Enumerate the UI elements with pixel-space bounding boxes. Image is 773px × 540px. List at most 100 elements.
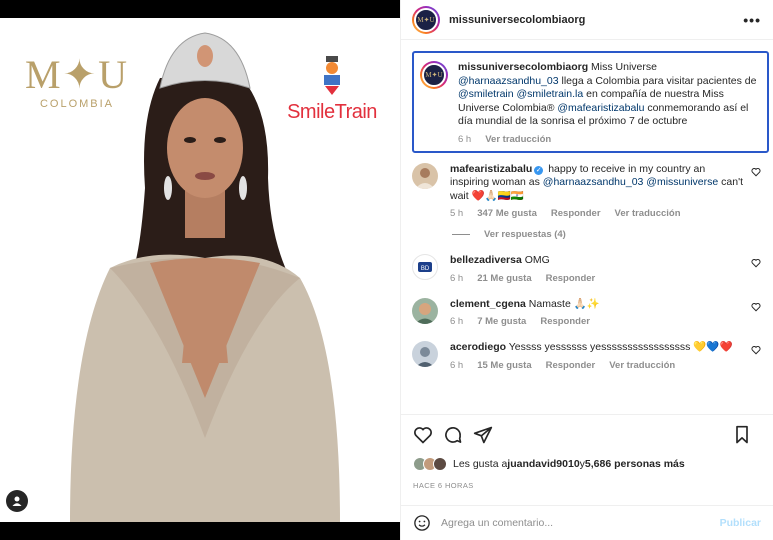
post-photo: M✦U COLOMBIA SmileTrain bbox=[0, 18, 400, 522]
likes-prefix: Les gusta a bbox=[453, 458, 508, 470]
liker-avatar bbox=[433, 457, 447, 471]
caption-meta: 6 h Ver traducción bbox=[458, 134, 759, 145]
comment-meta: 6 h 15 Me gusta Responder Ver traducción bbox=[450, 360, 747, 371]
heart-icon bbox=[751, 345, 761, 355]
like-button[interactable] bbox=[413, 425, 433, 445]
liker-username-link[interactable]: juandavid9010 bbox=[507, 458, 579, 470]
heart-icon bbox=[751, 167, 761, 176]
caption-text-part: Miss Universe bbox=[588, 61, 657, 73]
comment-time: 6 h bbox=[450, 316, 464, 327]
comment-username-link[interactable]: bellezadiversa bbox=[450, 254, 522, 266]
comment-avatar[interactable] bbox=[412, 297, 438, 324]
comment-input[interactable] bbox=[441, 517, 720, 529]
heart-icon bbox=[751, 302, 761, 311]
author-avatar[interactable]: M✦U bbox=[412, 5, 440, 34]
comment-like-button[interactable] bbox=[747, 163, 761, 220]
post-timestamp: HACE 6 HORAS bbox=[413, 481, 474, 490]
comment-time: 5 h bbox=[450, 208, 464, 219]
smile-train-icon bbox=[324, 56, 340, 95]
caption-avatar[interactable]: M✦U bbox=[420, 61, 448, 89]
translate-button[interactable]: Ver traducción bbox=[615, 208, 681, 219]
mu-logo-country: COLOMBIA bbox=[39, 98, 115, 110]
post-actions: Les gusta a juandavid9010 y 5,686 person… bbox=[401, 414, 773, 490]
reply-button[interactable]: Responder bbox=[546, 360, 596, 371]
post-caption: M✦U missuniversecolombiaorg Miss Univers… bbox=[412, 51, 769, 153]
comment-button[interactable] bbox=[443, 425, 463, 445]
paper-plane-icon bbox=[473, 426, 493, 444]
comment-text: clement_cgena Namaste 🙏🏻✨ bbox=[450, 298, 747, 312]
post-media[interactable]: M✦U COLOMBIA SmileTrain bbox=[0, 0, 400, 540]
translate-button[interactable]: Ver traducción bbox=[609, 360, 675, 371]
comment-like-button[interactable] bbox=[747, 254, 761, 284]
comment-avatar[interactable] bbox=[412, 162, 438, 189]
user-photo-icon: BD bbox=[418, 262, 432, 272]
view-replies-button[interactable]: Ver respuestas (4) bbox=[401, 219, 773, 240]
comment-item: clement_cgena Namaste 🙏🏻✨ 6 h 7 Me gusta… bbox=[401, 284, 773, 328]
comments-list[interactable]: M✦U missuniversecolombiaorg Miss Univers… bbox=[401, 45, 773, 413]
comment-like-button[interactable] bbox=[747, 341, 761, 371]
comment-meta: 6 h 7 Me gusta Responder bbox=[450, 316, 747, 327]
caption-time: 6 h bbox=[458, 133, 472, 145]
caption-username-link[interactable]: missuniversecolombiaorg bbox=[458, 61, 588, 73]
comment-meta: 5 h 347 Me gusta Responder Ver traducció… bbox=[450, 208, 747, 219]
comment-likes[interactable]: 21 Me gusta bbox=[477, 273, 531, 284]
action-icons bbox=[413, 425, 761, 445]
comment-text: bellezadiversa OMG bbox=[450, 254, 747, 268]
smile-train-logo: SmileTrain bbox=[280, 56, 384, 124]
post-side-panel: M✦U missuniversecolombiaorg ••• M✦U miss… bbox=[400, 0, 773, 540]
person-icon bbox=[12, 496, 22, 506]
author-avatar-image: M✦U bbox=[414, 7, 438, 32]
comment-username-link[interactable]: clement_cgena bbox=[450, 298, 526, 310]
comment-bubble-icon bbox=[445, 427, 462, 443]
comment-meta: 6 h 21 Me gusta Responder bbox=[450, 273, 747, 284]
author-username-link[interactable]: missuniversecolombiaorg bbox=[449, 14, 743, 26]
mention-link[interactable]: @harnaazsandhu_03 bbox=[543, 176, 644, 188]
more-options-icon[interactable]: ••• bbox=[743, 12, 761, 28]
view-replies-label: Ver respuestas (4) bbox=[484, 229, 566, 240]
emoji-button[interactable] bbox=[413, 514, 431, 532]
comment-item: BD bellezadiversa OMG 6 h 21 Me gusta Re… bbox=[401, 240, 773, 284]
comment-text: mafearistizabalu ✓ happy to receive in my… bbox=[450, 163, 747, 204]
mu-logo-mark: M✦U bbox=[25, 52, 129, 97]
mention-link[interactable]: @mafearistizabalu bbox=[557, 102, 644, 114]
reply-button[interactable]: Responder bbox=[546, 273, 596, 284]
comment-likes[interactable]: 347 Me gusta bbox=[477, 208, 537, 219]
comment-item: mafearistizabalu ✓ happy to receive in my… bbox=[401, 153, 773, 220]
caption-text: missuniversecolombiaorg Miss Universe @h… bbox=[458, 61, 759, 129]
comment-like-button[interactable] bbox=[747, 298, 761, 328]
mention-link[interactable]: @harnaazsandhu_03 bbox=[458, 75, 559, 87]
comment-text-part: Namaste 🙏🏻✨ bbox=[525, 297, 600, 310]
user-photo-icon bbox=[415, 167, 435, 189]
comment-text-part: Yessss yessssss yesssssssssssssssss 💛💙❤️ bbox=[506, 341, 733, 353]
share-button[interactable] bbox=[473, 425, 493, 445]
mention-link[interactable]: @missuniverse bbox=[646, 176, 718, 188]
publish-button[interactable]: Publicar bbox=[720, 517, 761, 529]
smile-train-wordmark: SmileTrain bbox=[287, 101, 377, 123]
comment-text: acerodiego Yessss yessssss yesssssssssss… bbox=[450, 341, 747, 355]
comment-likes[interactable]: 7 Me gusta bbox=[477, 316, 526, 327]
caption-translate-button[interactable]: Ver traducción bbox=[485, 134, 551, 145]
bookmark-icon bbox=[736, 425, 748, 444]
likes-summary: Les gusta a juandavid9010 y 5,686 person… bbox=[413, 457, 761, 471]
verified-badge-icon: ✓ bbox=[534, 165, 544, 175]
comment-username-link[interactable]: mafearistizabalu bbox=[450, 163, 532, 175]
reply-button[interactable]: Responder bbox=[540, 316, 590, 327]
comment-username-link[interactable]: acerodiego bbox=[450, 341, 506, 353]
user-photo-icon bbox=[415, 302, 435, 324]
heart-icon bbox=[751, 258, 761, 268]
smiley-icon bbox=[414, 515, 430, 531]
post-header: M✦U missuniversecolombiaorg ••• bbox=[401, 0, 773, 40]
mention-link[interactable]: @smiletrain.la bbox=[517, 88, 584, 100]
reply-button[interactable]: Responder bbox=[551, 208, 601, 219]
save-button[interactable] bbox=[733, 425, 751, 445]
comment-avatar[interactable] bbox=[412, 341, 438, 367]
svg-text:BD: BD bbox=[421, 266, 430, 272]
mention-link[interactable]: @smiletrain bbox=[458, 88, 514, 100]
likes-count-link[interactable]: 5,686 personas más bbox=[585, 458, 685, 470]
comment-avatar[interactable]: BD bbox=[412, 254, 438, 280]
comment-likes[interactable]: 15 Me gusta bbox=[477, 360, 531, 371]
caption-avatar-image: M✦U bbox=[422, 63, 446, 87]
comment-time: 6 h bbox=[450, 359, 464, 371]
tagged-user-button[interactable] bbox=[6, 490, 28, 512]
add-comment-bar: Publicar bbox=[401, 505, 773, 540]
